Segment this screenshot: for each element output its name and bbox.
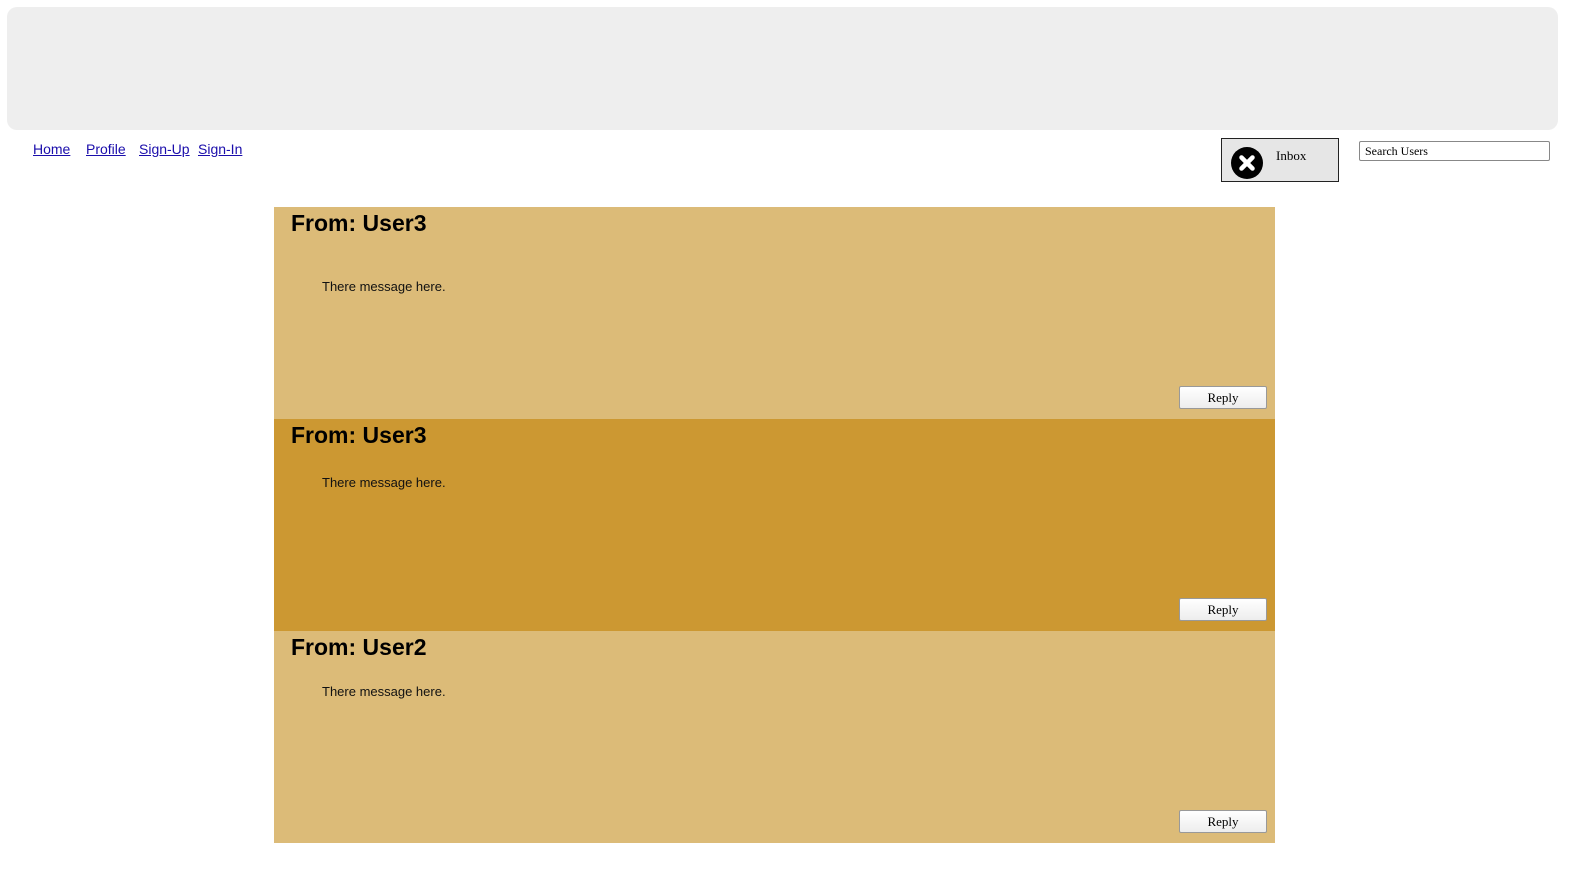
message-list: From: User3 There message here. Reply Fr… (274, 207, 1275, 843)
message-sender: From: User3 (291, 422, 427, 448)
message-body: There message here. (322, 279, 446, 294)
reply-button[interactable]: Reply (1179, 386, 1267, 409)
message-body: There message here. (322, 475, 446, 490)
nav-link-sign-up[interactable]: Sign-Up (139, 141, 190, 157)
inbox-label: Inbox (1276, 148, 1307, 163)
message-body: There message here. (322, 684, 446, 699)
reply-button[interactable]: Reply (1179, 598, 1267, 621)
nav-link-home[interactable]: Home (33, 141, 70, 157)
nav-link-sign-in[interactable]: Sign-In (198, 141, 242, 157)
inbox-button[interactable]: Inbox (1221, 138, 1339, 182)
reply-button[interactable]: Reply (1179, 810, 1267, 833)
message-card: From: User3 There message here. Reply (274, 207, 1275, 419)
close-circle-icon[interactable] (1231, 147, 1263, 179)
header-banner (7, 7, 1558, 130)
message-sender: From: User2 (291, 634, 427, 660)
nav-link-profile[interactable]: Profile (86, 141, 126, 157)
message-card: From: User3 There message here. Reply (274, 419, 1275, 631)
search-users-input[interactable] (1359, 141, 1550, 161)
message-sender: From: User3 (291, 210, 427, 236)
message-card: From: User2 There message here. Reply (274, 631, 1275, 843)
